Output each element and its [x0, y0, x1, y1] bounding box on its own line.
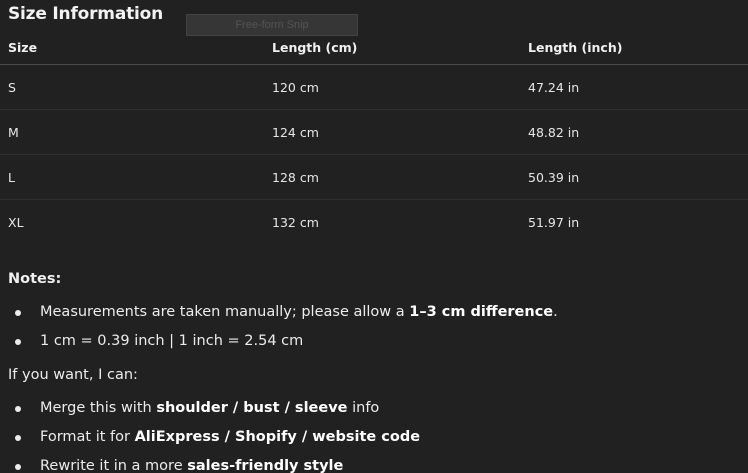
size-table: Size Length (cm) Length (inch) S 120 cm … — [0, 32, 748, 245]
length-inch-cell: 47.24 in — [528, 80, 580, 95]
note-text-end: . — [553, 304, 558, 320]
chat-response: Size Information Free-form Snip Size Len… — [0, 0, 748, 473]
length-cm-cell: 128 cm — [272, 170, 319, 185]
column-header-length-inch: Length (inch) — [528, 40, 623, 55]
note-text: Measurements are taken manually; please … — [40, 304, 410, 320]
table-header-row: Size Length (cm) Length (inch) — [0, 32, 748, 65]
note-text: 1 cm = 0.39 inch | 1 inch = 2.54 cm — [40, 333, 304, 349]
length-cm-cell: 124 cm — [272, 125, 319, 140]
offer-emphasis: AliExpress / Shopify / website code — [134, 429, 421, 445]
length-inch-cell: 48.82 in — [528, 125, 580, 140]
bullet-dot-icon — [15, 435, 21, 441]
offer-list: Merge this with shoulder / bust / sleeve… — [0, 394, 420, 473]
list-item: Format it for AliExpress / Shopify / web… — [0, 423, 420, 452]
offer-text: Format it for — [40, 429, 135, 445]
offer-text: Rewrite it in a more — [40, 458, 188, 473]
note-emphasis: 1–3 cm difference — [409, 304, 554, 320]
bullet-dot-icon — [15, 310, 21, 316]
notes-heading: Notes: — [8, 271, 62, 287]
length-cm-cell: 132 cm — [272, 215, 319, 230]
table-row: XL 132 cm 51.97 in — [0, 200, 748, 245]
offer-emphasis: sales-friendly style — [187, 458, 344, 473]
table-row: S 120 cm 47.24 in — [0, 65, 748, 110]
table-row: L 128 cm 50.39 in — [0, 155, 748, 200]
table-row: M 124 cm 48.82 in — [0, 110, 748, 155]
bullet-dot-icon — [15, 339, 21, 345]
notes-list: Measurements are taken manually; please … — [0, 298, 558, 356]
offer-intro: If you want, I can: — [8, 367, 138, 383]
bullet-dot-icon — [15, 406, 21, 412]
list-item: Rewrite it in a more sales-friendly styl… — [0, 452, 420, 473]
list-item: Measurements are taken manually; please … — [0, 298, 558, 327]
bullet-dot-icon — [15, 464, 21, 470]
length-cm-cell: 120 cm — [272, 80, 319, 95]
length-inch-cell: 51.97 in — [528, 215, 580, 230]
size-cell: S — [8, 80, 16, 95]
size-cell: M — [8, 125, 19, 140]
column-header-size: Size — [8, 40, 38, 55]
section-title: Size Information — [8, 4, 164, 24]
list-item: Merge this with shoulder / bust / sleeve… — [0, 394, 420, 423]
offer-emphasis: shoulder / bust / sleeve — [156, 400, 348, 416]
size-cell: L — [8, 170, 15, 185]
offer-text-end: info — [347, 400, 380, 416]
column-header-length-cm: Length (cm) — [272, 40, 358, 55]
offer-text: Merge this with — [40, 400, 157, 416]
length-inch-cell: 50.39 in — [528, 170, 580, 185]
size-cell: XL — [8, 215, 24, 230]
list-item: 1 cm = 0.39 inch | 1 inch = 2.54 cm — [0, 327, 558, 356]
